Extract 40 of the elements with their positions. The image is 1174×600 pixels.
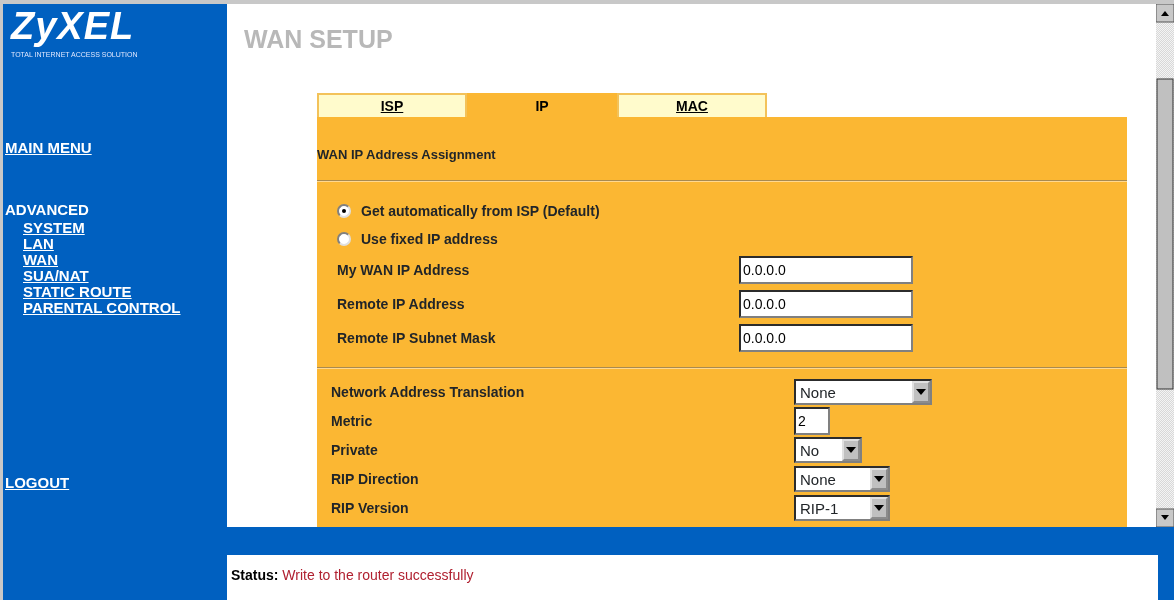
status-message: Status: Write to the router successfully (227, 555, 1158, 600)
page-title: WAN SETUP (244, 24, 393, 54)
setting-label: Private (331, 441, 379, 458)
menu-link[interactable]: SUA/NAT (23, 268, 89, 284)
menu-link[interactable]: MAIN MENU (5, 140, 92, 156)
input-field[interactable]: 0.0.0.0 (739, 290, 913, 318)
dropdown[interactable]: None (794, 378, 932, 405)
menu-link[interactable]: LAN (23, 236, 54, 252)
tab[interactable]: IP (467, 93, 617, 117)
caret-icon (912, 380, 930, 403)
setting-label: RIP Direction (331, 470, 420, 487)
menu-link[interactable]: WAN (23, 252, 58, 268)
section-heading: WAN IP Address Assignment (317, 147, 496, 163)
menu-link[interactable]: SYSTEM (23, 220, 85, 236)
radio-button[interactable] (337, 232, 351, 246)
tab[interactable]: MAC (617, 93, 767, 117)
setting-label: RIP Version (331, 499, 410, 516)
field-label: Remote IP Subnet Mask (337, 330, 497, 346)
scrollbar[interactable] (1156, 4, 1174, 527)
field-label: Remote IP Address (337, 296, 466, 312)
setting-label: Network Address Translation (331, 383, 526, 400)
dropdown[interactable]: None (794, 465, 890, 492)
input-field[interactable]: 0.0.0.0 (739, 256, 913, 284)
radio-label: Use fixed IP address (361, 231, 498, 247)
menu-link[interactable]: STATIC ROUTE (23, 284, 132, 300)
menu-section-heading: ADVANCED (5, 202, 89, 218)
dropdown[interactable]: No (794, 436, 862, 463)
logout-link[interactable]: LOGOUT (5, 475, 70, 491)
input-field[interactable]: 0.0.0.0 (739, 324, 913, 352)
field-label: My WAN IP Address (337, 262, 471, 278)
radio-label: Get automatically from ISP (Default) (361, 203, 600, 219)
input-field[interactable]: 2 (794, 406, 830, 435)
caret-icon (870, 496, 888, 519)
caret-icon (842, 438, 860, 461)
setting-label: Metric (331, 412, 374, 429)
radio-button[interactable] (337, 204, 351, 218)
tab[interactable]: ISP (317, 93, 467, 117)
dropdown[interactable]: RIP-1 (794, 494, 890, 521)
caret-icon (870, 467, 888, 490)
menu-link[interactable]: PARENTAL CONTROL (23, 300, 181, 316)
